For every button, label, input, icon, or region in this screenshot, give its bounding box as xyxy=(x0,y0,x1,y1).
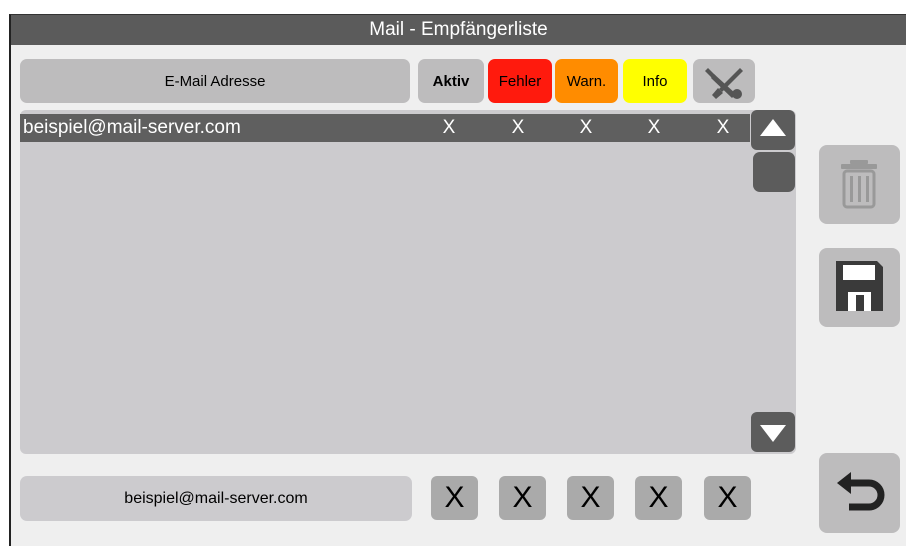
column-header-info: Info xyxy=(623,59,687,103)
toggle-tools-button[interactable]: X xyxy=(704,476,751,520)
scroll-up-button[interactable] xyxy=(751,110,795,150)
trash-icon xyxy=(841,160,877,209)
column-header-email-label: E-Mail Adresse xyxy=(164,72,266,90)
list-item[interactable]: beispiel@mail-server.com X X X X X xyxy=(20,114,750,142)
triangle-up-icon xyxy=(760,119,786,136)
recipient-list[interactable] xyxy=(20,110,796,454)
list-item-warn: X xyxy=(579,117,593,138)
list-item-fehler: X xyxy=(511,117,525,138)
column-header-warn: Warn. xyxy=(555,59,618,103)
scroll-down-button[interactable] xyxy=(751,412,795,452)
column-header-fehler-label: Fehler xyxy=(498,72,542,90)
delete-button[interactable] xyxy=(819,145,900,224)
list-item-info: X xyxy=(647,117,661,138)
toggle-warn-button[interactable]: X xyxy=(567,476,614,520)
list-item-tools: X xyxy=(716,117,730,138)
list-item-aktiv: X xyxy=(442,117,456,138)
back-arrow-icon xyxy=(837,472,885,511)
column-header-warn-label: Warn. xyxy=(566,72,607,90)
column-header-aktiv: Aktiv xyxy=(418,59,484,103)
column-header-aktiv-label: Aktiv xyxy=(432,72,470,90)
save-button[interactable] xyxy=(819,248,900,327)
back-button[interactable] xyxy=(819,453,900,533)
triangle-down-icon xyxy=(760,425,786,442)
window-title: Mail - Empfängerliste xyxy=(11,15,906,45)
email-field[interactable]: beispiel@mail-server.com xyxy=(20,476,412,521)
column-header-tools xyxy=(693,59,755,103)
list-item-email: beispiel@mail-server.com xyxy=(23,117,241,138)
column-header-fehler: Fehler xyxy=(488,59,552,103)
toggle-info-button[interactable]: X xyxy=(635,476,682,520)
column-header-info-label: Info xyxy=(642,72,668,90)
scroll-thumb[interactable] xyxy=(753,152,795,192)
column-header-email: E-Mail Adresse xyxy=(20,59,410,103)
tools-icon xyxy=(702,64,746,100)
floppy-disk-icon xyxy=(836,261,883,311)
toggle-aktiv-button[interactable]: X xyxy=(431,476,478,520)
toggle-fehler-button[interactable]: X xyxy=(499,476,546,520)
